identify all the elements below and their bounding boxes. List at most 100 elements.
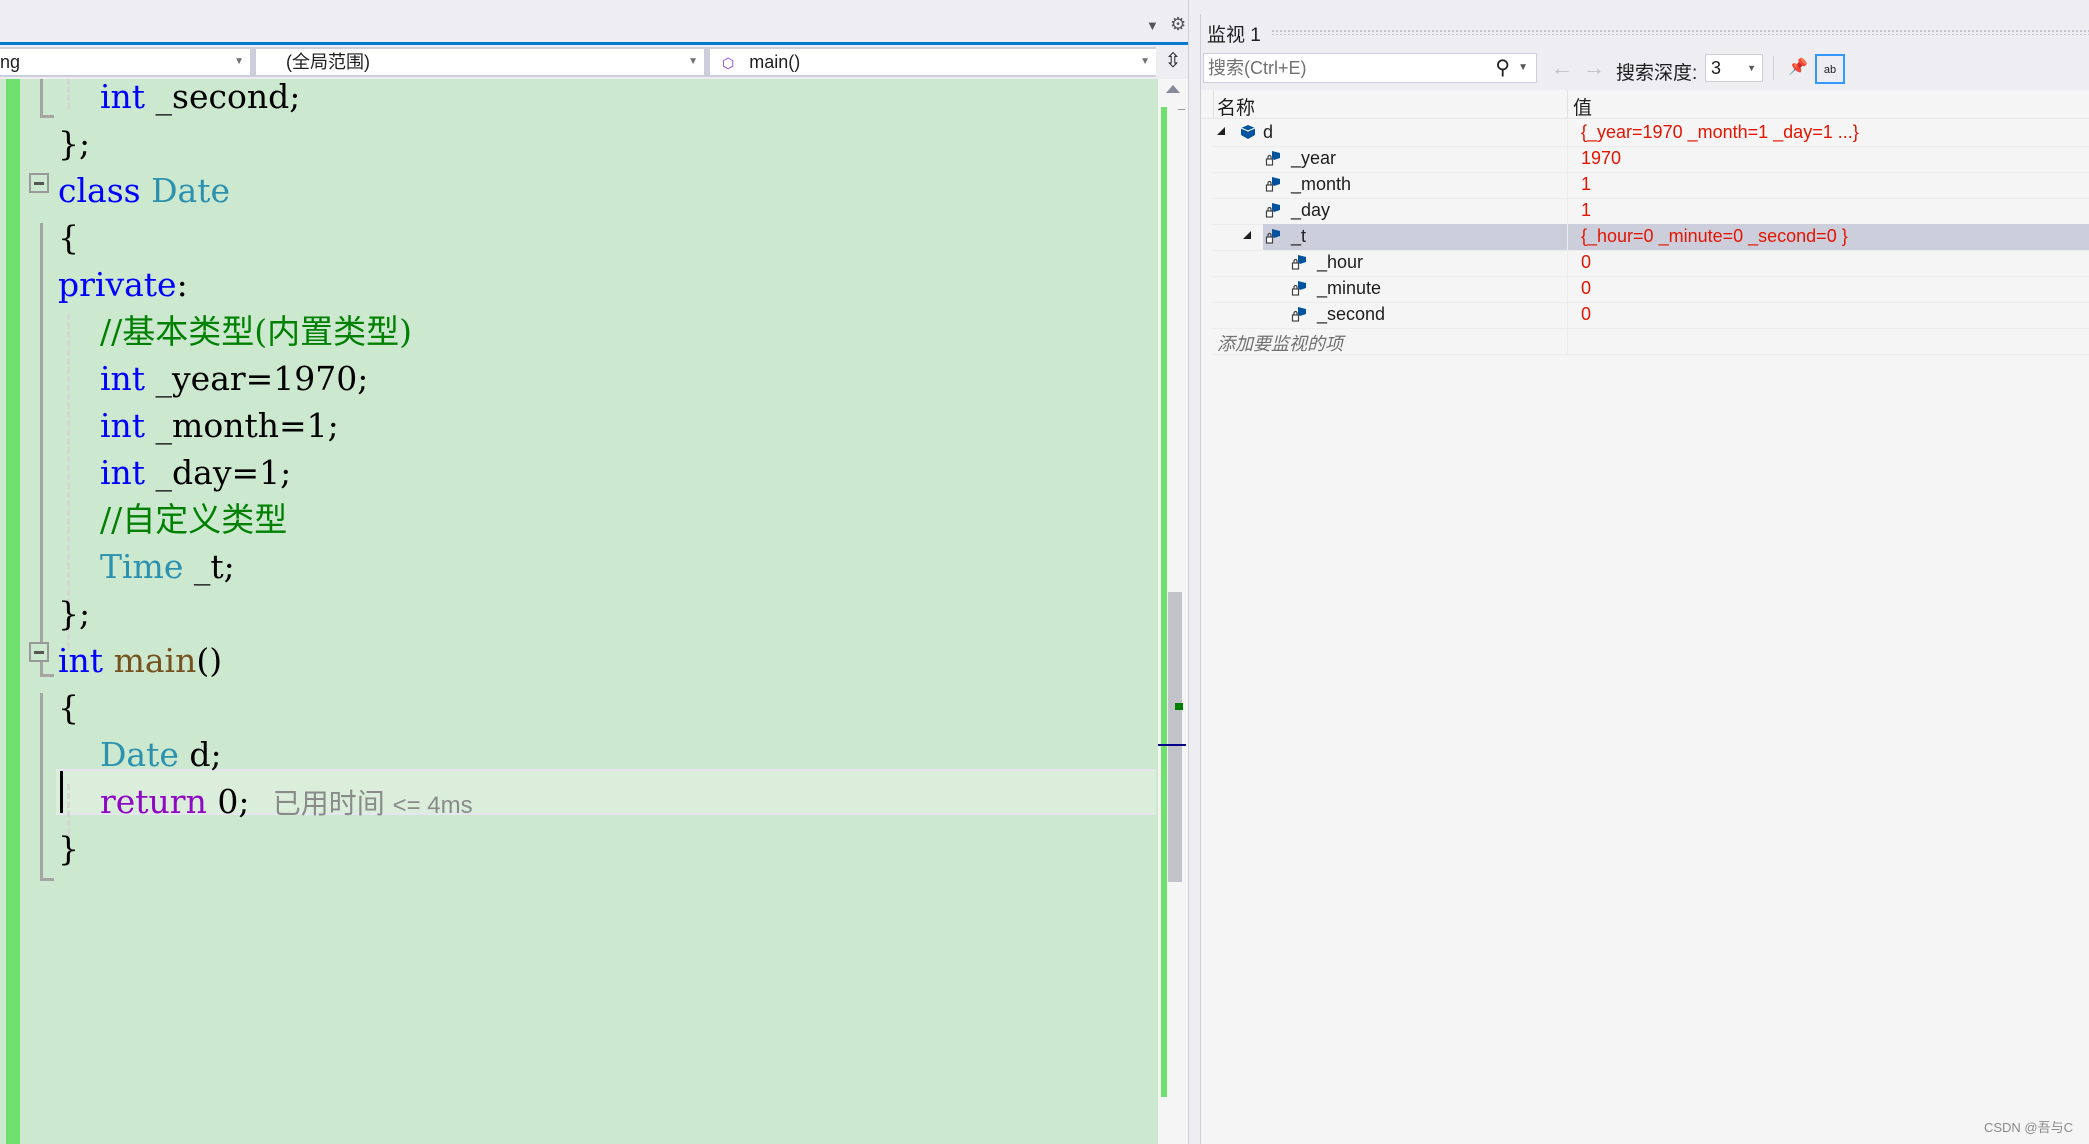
watch-search-input[interactable]: 搜索(Ctrl+E) ⚲ ▼ bbox=[1203, 53, 1537, 83]
column-separator bbox=[1567, 120, 1568, 146]
scroll-up-arrow-icon[interactable] bbox=[1166, 85, 1180, 93]
outline-guide-end bbox=[40, 115, 54, 118]
private-field-icon bbox=[1265, 201, 1283, 219]
column-separator bbox=[1567, 172, 1568, 198]
search-depth-label: 搜索深度: bbox=[1616, 63, 1698, 84]
expand-toggle-icon[interactable] bbox=[1243, 231, 1251, 239]
code-token: int bbox=[58, 641, 104, 680]
triangle-down-icon[interactable]: ▼ bbox=[1146, 18, 1159, 33]
chevron-down-icon: ▼ bbox=[234, 56, 244, 67]
code-token: : bbox=[176, 265, 188, 304]
watch-row[interactable]: _t {_hour=0 _minute=0 _second=0 } bbox=[1213, 224, 2089, 251]
add-watch-item[interactable]: 添加要监视的项 bbox=[1213, 328, 2089, 355]
watch-row-name: _year bbox=[1291, 148, 1337, 168]
perf-tip-label: 已用时间 bbox=[272, 788, 385, 819]
gear-icon[interactable]: ⚙ bbox=[1170, 14, 1186, 35]
perf-tip[interactable]: 已用时间 <= 4ms bbox=[249, 788, 473, 819]
code-token: int bbox=[99, 453, 146, 492]
watch-row-value[interactable]: {_year=1970 _month=1 _day=1 ...} bbox=[1581, 122, 1859, 143]
watch-row-value[interactable]: 0 bbox=[1581, 278, 1591, 299]
code-line[interactable]: }; bbox=[58, 120, 90, 167]
code-token: }; bbox=[58, 594, 91, 633]
arrow-left-icon[interactable]: ← bbox=[1551, 55, 1573, 81]
search-placeholder: 搜索(Ctrl+E) bbox=[1208, 58, 1307, 78]
watch-row[interactable]: _month 1 bbox=[1213, 172, 2089, 199]
expand-toggle-icon[interactable] bbox=[1217, 127, 1225, 135]
code-line[interactable]: { bbox=[58, 214, 79, 261]
column-header-name[interactable]: 名称 bbox=[1217, 93, 1255, 120]
watch-row-value[interactable]: 1970 bbox=[1581, 148, 1621, 169]
search-depth-select[interactable]: 3 ▼ bbox=[1705, 54, 1763, 82]
code-token: } bbox=[58, 829, 79, 868]
watch-row[interactable]: _minute 0 bbox=[1213, 276, 2089, 303]
code-line[interactable]: class Date bbox=[58, 167, 230, 214]
column-header-value[interactable]: 值 bbox=[1573, 93, 1592, 120]
code-line[interactable]: Date d; bbox=[58, 731, 222, 778]
watch-row[interactable]: _hour 0 bbox=[1213, 250, 2089, 277]
watch-row-name: d bbox=[1263, 122, 1274, 142]
code-line[interactable]: int _year=1970; bbox=[58, 355, 368, 402]
watch-row[interactable]: _day 1 bbox=[1213, 198, 2089, 225]
toolbar-separator bbox=[1773, 56, 1774, 80]
collapse-main-button[interactable] bbox=[29, 642, 49, 662]
watch-window: 监视 1 搜索(Ctrl+E) ⚲ ▼ ← → 搜索深度: 3 ▼ 📌 ab 名… bbox=[1200, 14, 2089, 1144]
member-dropdown[interactable]: ⬡ main() ▼ bbox=[710, 49, 1156, 75]
change-tracking-bar bbox=[6, 79, 20, 1144]
arrow-right-icon[interactable]: → bbox=[1583, 55, 1605, 81]
watch-row-value[interactable]: 1 bbox=[1581, 174, 1591, 195]
column-separator bbox=[1567, 224, 1568, 250]
code-token: 0; bbox=[206, 782, 250, 821]
code-editor[interactable]: int _second;}; class Date {private: //基本类型… bbox=[0, 79, 1158, 1144]
watch-row-name: _hour bbox=[1317, 252, 1364, 272]
watch-row-name: _month bbox=[1291, 174, 1352, 194]
watch-row-name: _day bbox=[1291, 200, 1331, 220]
collapse-class-date-button[interactable] bbox=[29, 173, 49, 193]
object-icon bbox=[1239, 123, 1257, 141]
code-token: //自定义类型 bbox=[99, 500, 288, 539]
scrollbar-tick bbox=[1178, 109, 1185, 110]
code-line[interactable]: Time _t; bbox=[58, 543, 235, 590]
watermark: CSDN @吾与C bbox=[1983, 1120, 2073, 1135]
view-format-icon[interactable]: ab bbox=[1815, 54, 1845, 84]
watch-row-value[interactable]: {_hour=0 _minute=0 _second=0 } bbox=[1581, 226, 1848, 247]
active-tab-indicator bbox=[0, 42, 1188, 45]
pin-filter-icon[interactable]: 📌 bbox=[1783, 54, 1813, 84]
watch-row-value[interactable]: 1 bbox=[1581, 200, 1591, 221]
watch-row[interactable]: _second 0 bbox=[1213, 302, 2089, 329]
code-line[interactable]: int _day=1; bbox=[58, 449, 291, 496]
watch-row-value[interactable]: 0 bbox=[1581, 304, 1591, 325]
code-line[interactable]: //自定义类型 bbox=[58, 496, 287, 543]
code-line[interactable]: int main() bbox=[58, 637, 222, 684]
outline-guide-end bbox=[40, 878, 54, 881]
code-line[interactable]: private: bbox=[58, 261, 188, 308]
watch-title-bar[interactable]: 监视 1 bbox=[1201, 14, 2089, 50]
code-line[interactable]: return 0; 已用时间 <= 4ms bbox=[58, 778, 473, 825]
project-dropdown[interactable]: ng ▼ bbox=[0, 49, 250, 75]
watch-toolbar: 搜索(Ctrl+E) ⚲ ▼ ← → 搜索深度: 3 ▼ 📌 ab bbox=[1201, 50, 2089, 90]
split-editor-icon[interactable]: ⇳ bbox=[1160, 47, 1186, 77]
code-line[interactable]: int _month=1; bbox=[58, 402, 339, 449]
code-token: int bbox=[99, 79, 146, 116]
code-line[interactable]: } bbox=[58, 825, 79, 872]
watch-row[interactable]: d {_year=1970 _month=1 _day=1 ...} bbox=[1213, 120, 2089, 147]
watch-row[interactable]: _year 1970 bbox=[1213, 146, 2089, 173]
watch-row-value[interactable]: 0 bbox=[1581, 252, 1591, 273]
chevron-down-icon: ▼ bbox=[1747, 63, 1756, 73]
chevron-down-icon: ▼ bbox=[688, 56, 698, 67]
code-token: _t; bbox=[183, 547, 235, 586]
scope-dropdown-value: (全局范围) bbox=[286, 52, 370, 72]
search-icon[interactable]: ⚲ bbox=[1495, 54, 1510, 82]
editor-vertical-scrollbar[interactable] bbox=[1158, 79, 1188, 1144]
scope-dropdown[interactable]: (全局范围) ▼ bbox=[256, 49, 704, 75]
code-line[interactable]: int _second; bbox=[58, 79, 300, 120]
scrollbar-thumb[interactable] bbox=[1168, 592, 1182, 882]
code-line[interactable]: //基本类型(内置类型) bbox=[58, 308, 412, 355]
code-line[interactable]: }; bbox=[58, 590, 90, 637]
chevron-down-icon[interactable]: ▼ bbox=[1518, 54, 1528, 82]
code-line[interactable]: { bbox=[58, 684, 79, 731]
column-resize-handle[interactable] bbox=[1567, 90, 1568, 118]
column-separator bbox=[1213, 90, 1214, 118]
